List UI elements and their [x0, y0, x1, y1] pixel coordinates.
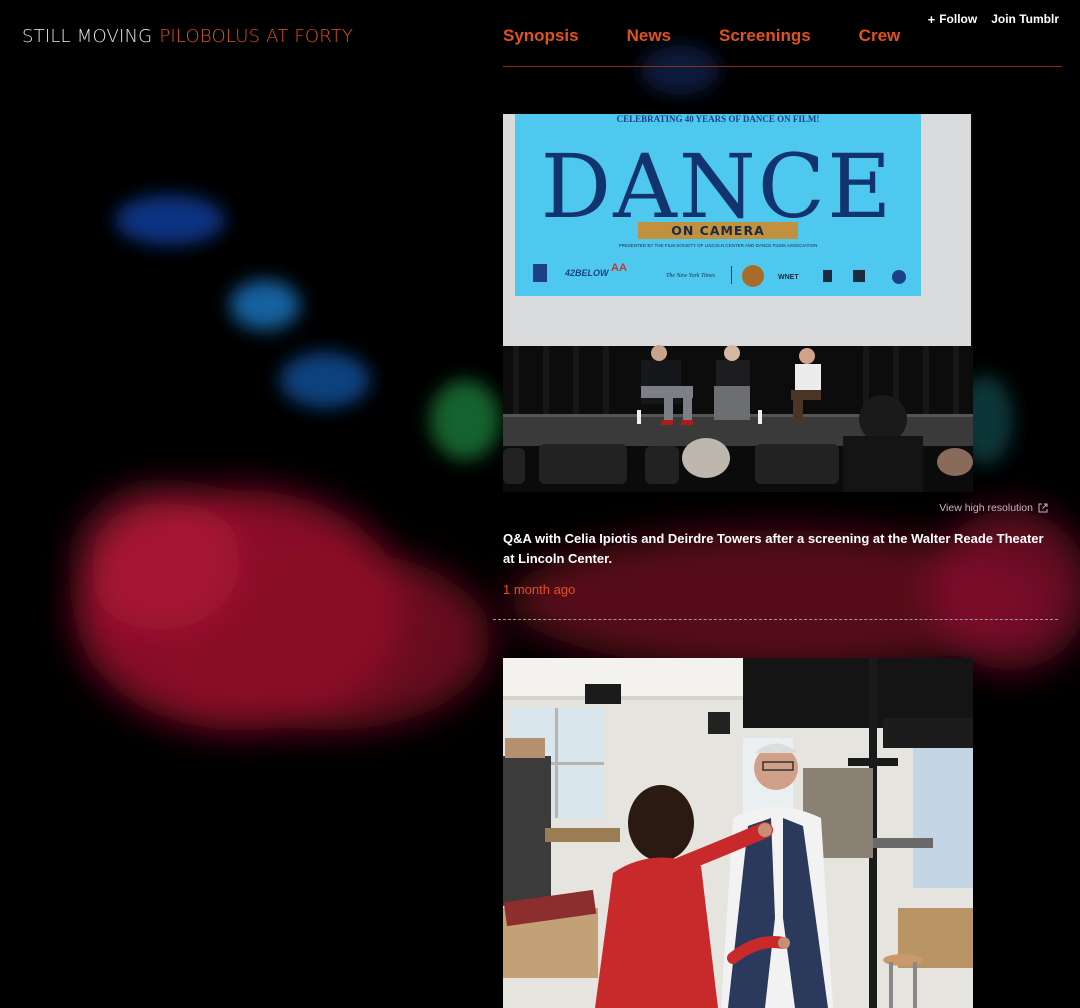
screen-banner: ON CAMERA	[671, 223, 765, 238]
view-high-resolution-label: View high resolution	[939, 502, 1033, 514]
svg-text:AA: AA	[611, 262, 627, 274]
site-title-main: STILL MOVING	[22, 26, 153, 47]
sponsor-wnet: WNET	[778, 274, 799, 281]
nav-divider	[503, 66, 1062, 67]
post-photo-makeup[interactable]	[503, 658, 973, 1008]
qa-photo: CELEBRATING 40 YEARS OF DANCE ON FILM! D…	[503, 114, 973, 492]
nav-synopsis[interactable]: Synopsis	[503, 26, 579, 46]
join-tumblr-button[interactable]: Join Tumblr	[991, 12, 1059, 26]
view-high-resolution-link[interactable]: View high resolution	[939, 502, 1048, 514]
main-nav: Synopsis News Screenings Crew	[503, 26, 948, 46]
post-timestamp[interactable]: 1 month ago	[503, 582, 575, 597]
nav-crew[interactable]: Crew	[859, 26, 901, 46]
sponsor-42below: 42BELOW	[564, 268, 610, 278]
post-photo-qa[interactable]: CELEBRATING 40 YEARS OF DANCE ON FILM! D…	[503, 114, 973, 492]
site-title-subtitle: PILOBOLUS AT FORTY	[159, 26, 354, 47]
join-tumblr-label: Join Tumblr	[991, 12, 1059, 26]
tumblr-controls: + Follow Join Tumblr	[928, 12, 1059, 26]
makeup-photo	[503, 658, 973, 1008]
screen-tagline: CELEBRATING 40 YEARS OF DANCE ON FILM!	[617, 114, 820, 124]
nav-news[interactable]: News	[627, 26, 671, 46]
external-link-icon	[1038, 503, 1048, 513]
screen-subline: PRESENTED BY THE FILM SOCIETY OF LINCOLN…	[619, 243, 818, 248]
follow-label: Follow	[939, 12, 978, 26]
post-divider	[493, 619, 1058, 620]
sponsor-nyt: The New York Times	[666, 273, 716, 279]
site-title[interactable]: STILL MOVING PILOBOLUS AT FORTY	[22, 26, 353, 47]
follow-button[interactable]: + Follow	[928, 12, 978, 26]
page: STILL MOVING PILOBOLUS AT FORTY + Follow …	[0, 0, 1080, 1008]
post-caption: Q&A with Celia Ipiotis and Deirdre Tower…	[503, 531, 1044, 566]
plus-icon: +	[927, 11, 936, 27]
nav-screenings[interactable]: Screenings	[719, 26, 811, 46]
